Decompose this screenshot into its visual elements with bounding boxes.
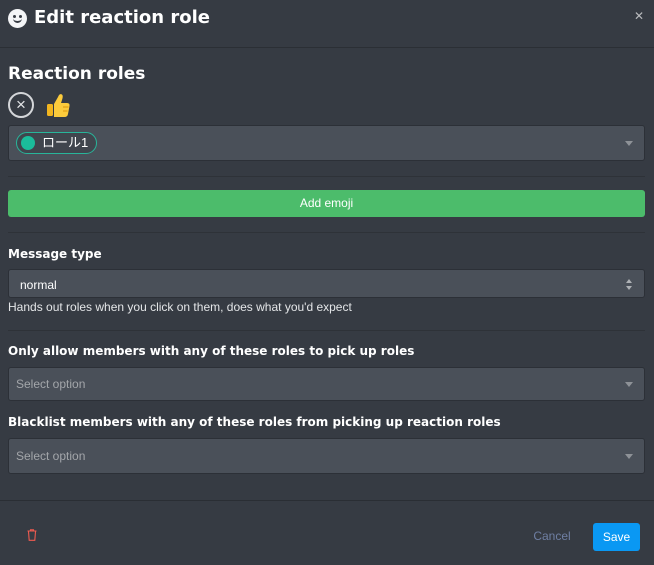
blacklist-roles-placeholder: Select option (16, 449, 86, 463)
allow-roles-placeholder: Select option (16, 377, 86, 391)
divider (8, 232, 645, 233)
modal-header: Edit reaction role ✕ (0, 0, 654, 48)
role-color-dot (21, 136, 35, 150)
allow-roles-label: Only allow members with any of these rol… (8, 344, 415, 358)
save-button[interactable]: Save (593, 523, 640, 551)
modal-footer: Cancel Save (0, 500, 654, 565)
allow-roles-select[interactable]: Select option (8, 367, 645, 401)
chevron-down-icon (625, 454, 633, 459)
close-circle-icon[interactable]: × (8, 92, 34, 118)
blacklist-roles-label: Blacklist members with any of these role… (8, 415, 501, 429)
message-type-help: Hands out roles when you click on them, … (8, 300, 352, 314)
reaction-roles-heading: Reaction roles (8, 64, 146, 84)
updown-icon (626, 279, 633, 290)
smiley-icon (8, 9, 27, 28)
message-type-value: normal (20, 278, 57, 292)
trash-icon[interactable] (27, 529, 37, 541)
message-type-select[interactable]: normal (8, 269, 645, 298)
role-chip-label: ロール1 (42, 135, 89, 150)
divider (8, 176, 645, 177)
message-type-label: Message type (8, 247, 102, 261)
role-select[interactable]: ロール1 (8, 125, 645, 161)
modal-title: Edit reaction role (34, 7, 210, 28)
chevron-down-icon (625, 141, 633, 146)
divider (8, 330, 645, 331)
cancel-button[interactable]: Cancel (520, 523, 584, 550)
chevron-down-icon (625, 382, 633, 387)
thumbs-up-icon[interactable] (44, 91, 72, 119)
add-emoji-button[interactable]: Add emoji (8, 190, 645, 217)
close-icon[interactable]: ✕ (634, 9, 644, 23)
role-chip[interactable]: ロール1 (16, 132, 98, 154)
blacklist-roles-select[interactable]: Select option (8, 438, 645, 474)
